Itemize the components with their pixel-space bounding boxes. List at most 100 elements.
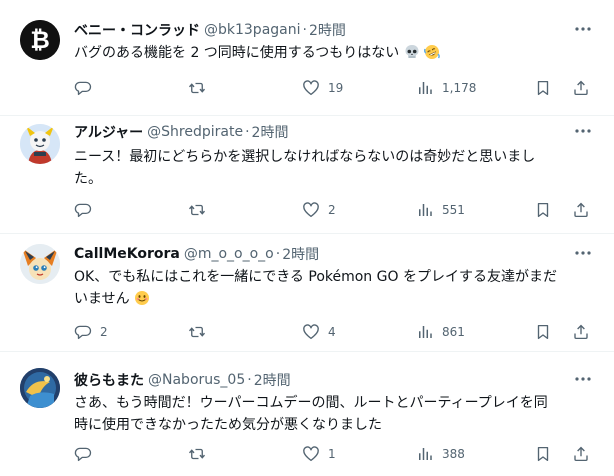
user-handle[interactable]: @Shredpirate <box>147 124 243 140</box>
reply-button[interactable] <box>74 444 100 464</box>
share-button[interactable] <box>572 78 590 98</box>
tweet-text: さあ、もう時間だ！ウーパーコムデーの間、ルートとパーティープレイを同 時に使用で… <box>74 392 594 436</box>
share-button[interactable] <box>572 444 590 464</box>
more-options-button[interactable] <box>574 372 592 386</box>
tweet-text-line: いません <box>74 288 594 313</box>
reply-button[interactable] <box>74 78 100 98</box>
tweet[interactable]: 彼らもまた @Naborus_05 · 2時間 さあ、もう時間だ！ウーパーコムデ… <box>0 352 614 476</box>
tweet[interactable]: アルジャー @Shredpirate · 2時間 ニース！最初にどちらかを選択し… <box>0 116 614 234</box>
bookmark-icon <box>537 80 549 96</box>
user-handle[interactable]: @m_o_o_o_o <box>184 246 274 262</box>
like-button[interactable]: 19 <box>302 78 343 98</box>
tweet-header: CallMeKorora @m_o_o_o_o · 2時間 <box>74 244 319 264</box>
like-button[interactable]: 2 <box>302 200 336 220</box>
more-icon <box>575 27 591 31</box>
retweet-button[interactable] <box>188 444 214 464</box>
tweet-actions: 19 1,178 <box>74 78 594 98</box>
tweet-text-line: た。 <box>74 171 102 187</box>
display-name[interactable]: CallMeKorora <box>74 246 180 262</box>
reply-count: 2 <box>100 325 108 339</box>
tweet-actions: 2 551 <box>74 200 594 220</box>
tweet-text-line: バグのある機能を 2 つ同時に使用するつもりはない <box>74 45 400 61</box>
avatar[interactable]: ₿ <box>20 20 60 60</box>
timestamp[interactable]: 2時間 <box>282 244 319 264</box>
views-button[interactable]: 388 <box>416 444 465 464</box>
display-name[interactable]: アルジャー <box>74 122 143 142</box>
reply-icon <box>74 81 92 96</box>
avatar[interactable] <box>20 244 60 284</box>
timestamp[interactable]: 2時間 <box>309 20 346 40</box>
smiling-face-emoji <box>134 290 150 313</box>
view-count: 1,178 <box>442 81 477 95</box>
bookmark-icon <box>537 446 549 462</box>
more-options-button[interactable] <box>574 22 592 36</box>
rolling-laughing-emoji <box>424 44 440 67</box>
view-count: 861 <box>442 325 465 339</box>
bookmark-button[interactable] <box>534 444 552 464</box>
more-icon <box>575 129 591 133</box>
like-button[interactable]: 1 <box>302 444 336 464</box>
retweet-button[interactable] <box>188 322 214 342</box>
bar-chart-icon <box>419 448 432 460</box>
share-icon <box>574 202 588 218</box>
bar-chart-icon <box>419 326 432 338</box>
heart-icon <box>303 446 319 462</box>
views-button[interactable]: 551 <box>416 200 465 220</box>
tweet-text: ニース！最初にどちらかを選択しなければならないのは奇妙だと思いまし た。 <box>74 146 594 190</box>
bookmark-button[interactable] <box>534 200 552 220</box>
timestamp[interactable]: 2時間 <box>254 370 291 390</box>
display-name[interactable]: ベニー・コンラッド <box>74 20 200 40</box>
bookmark-icon <box>537 202 549 218</box>
tweet-text: バグのある機能を 2 つ同時に使用するつもりはない <box>74 42 594 67</box>
like-count: 1 <box>328 447 336 461</box>
tweet-text-line: ニース！最初にどちらかを選択しなければならないのは奇妙だと思いまし <box>74 149 536 165</box>
more-options-button[interactable] <box>574 246 592 260</box>
retweet-icon <box>188 326 206 338</box>
share-button[interactable] <box>572 200 590 220</box>
separator-dot: · <box>302 22 307 38</box>
reply-button[interactable] <box>74 200 100 220</box>
heart-icon <box>303 202 319 218</box>
reply-button[interactable]: 2 <box>74 322 108 342</box>
tweet-header: アルジャー @Shredpirate · 2時間 <box>74 122 288 142</box>
retweet-button[interactable] <box>188 78 214 98</box>
pokemon-avatar <box>20 124 60 164</box>
tweet-actions: 2 4 861 <box>74 322 594 342</box>
views-button[interactable]: 861 <box>416 322 465 342</box>
timestamp[interactable]: 2時間 <box>252 122 289 142</box>
landscape-avatar <box>20 368 60 408</box>
like-count: 4 <box>328 325 336 339</box>
bitcoin-logo-icon: ₿ <box>20 20 60 60</box>
like-count: 19 <box>328 81 344 95</box>
views-button[interactable]: 1,178 <box>416 78 476 98</box>
share-icon <box>574 80 588 96</box>
display-name[interactable]: 彼らもまた <box>74 370 144 390</box>
tweet-actions: 1 388 <box>74 444 594 464</box>
skull-emoji <box>404 44 420 67</box>
bookmark-button[interactable] <box>534 322 552 342</box>
bookmark-icon <box>537 324 549 340</box>
tweet[interactable]: ₿ ベニー・コンラッド @bk13pagani · 2時間 バグのある機能を 2… <box>0 0 614 116</box>
tweet-text-line-2: いません <box>74 291 130 307</box>
heart-icon <box>303 324 319 340</box>
tweet[interactable]: CallMeKorora @m_o_o_o_o · 2時間 OK、でも私にはこれ… <box>0 234 614 352</box>
retweet-icon <box>188 82 206 94</box>
user-handle[interactable]: @Naborus_05 <box>148 372 245 388</box>
reply-icon <box>74 447 92 462</box>
user-handle[interactable]: @bk13pagani <box>204 22 301 38</box>
share-icon <box>574 324 588 340</box>
victini-avatar <box>20 244 60 284</box>
avatar[interactable] <box>20 368 60 408</box>
share-icon <box>574 446 588 462</box>
separator-dot: · <box>245 124 250 140</box>
view-count: 388 <box>442 447 465 461</box>
retweet-button[interactable] <box>188 200 214 220</box>
avatar[interactable] <box>20 124 60 164</box>
retweet-icon <box>188 204 206 216</box>
like-button[interactable]: 4 <box>302 322 336 342</box>
more-options-button[interactable] <box>574 124 592 138</box>
bar-chart-icon <box>419 204 432 216</box>
tweet-text-line: さあ、もう時間だ！ウーパーコムデーの間、ルートとパーティープレイを同 <box>74 395 548 411</box>
share-button[interactable] <box>572 322 590 342</box>
bookmark-button[interactable] <box>534 78 552 98</box>
